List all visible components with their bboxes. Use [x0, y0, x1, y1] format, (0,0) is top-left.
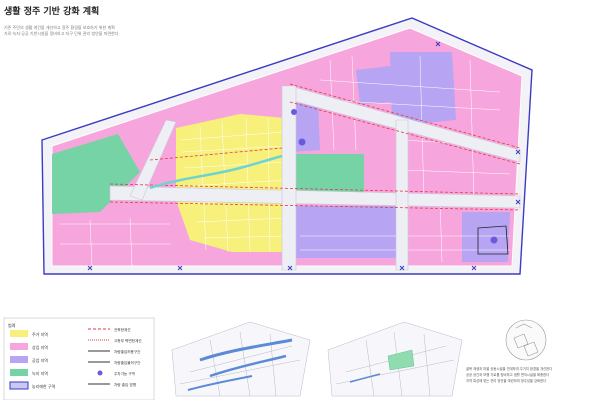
- diagram-1: [171, 321, 311, 397]
- caption-line-2: 공공 공간과 보행 가로를 정비하고 생활 편의시설을 확충한다: [466, 372, 549, 377]
- caption-line-1: 골목 재생과 마을 공동시설을 연계하여 주거지 환경을 개선한다: [466, 366, 552, 371]
- legend-label: 건축한계선: [114, 327, 131, 332]
- legend-label: 주차가능 구역: [114, 371, 135, 376]
- legend-swatch: [10, 369, 28, 376]
- legend-label: 주거 지역: [32, 331, 48, 337]
- caption-line-3: 지역 특성에 맞는 관리 방안을 마련하여 정주성을 강화한다: [466, 378, 546, 383]
- legend-swatch: [10, 330, 28, 337]
- legend-label: 차량출입허용구간: [114, 349, 141, 354]
- legend-label: 차량출입불허구간: [114, 360, 141, 365]
- header-line-2: 가로·녹지·공공 기반시설을 정비하고 지구 단위 관리 방안을 마련한다: [4, 30, 119, 36]
- legend-label: 녹지 지역: [32, 370, 48, 376]
- legend-label: 고층부 벽면한계선: [114, 338, 142, 343]
- district-map: [41, 17, 533, 275]
- legend-title: 범례: [8, 322, 16, 328]
- page-title: 생활 정주 기반 강화 계획: [4, 5, 99, 17]
- legend: 범례 주거 지역상업 지역공업 지역녹지 지역농리에한 구역: [3, 317, 155, 400]
- caption: 골목 재생과 마을 공동시설을 연계하여 주거지 환경을 개선한다 공공 공간과…: [466, 366, 552, 383]
- industrial-zone-east: [390, 52, 456, 126]
- legend-label: 농리에한 구역: [32, 383, 56, 389]
- legend-swatch: [9, 381, 29, 390]
- map-canvas: 생활 정주 기반 강화 계획 기존 주민의 생활 여건을 개선하고 정주 환경을…: [3, 5, 552, 400]
- diagram-3: [505, 319, 547, 361]
- diagram-2: [327, 321, 463, 397]
- legend-label: 차량 출입 방향: [114, 382, 137, 387]
- header-line-1: 기존 주민의 생활 여건을 개선하고 정주 환경을 보호하기 위한 계획: [4, 24, 115, 30]
- industrial-zone-southeast: [462, 212, 510, 262]
- legend-symbol: [97, 370, 103, 376]
- legend-label: 공업 지역: [32, 357, 48, 363]
- legend-swatch: [10, 343, 28, 350]
- legend-label: 상업 지역: [32, 344, 48, 350]
- road-east: [395, 119, 409, 271]
- header: 생활 정주 기반 강화 계획 기존 주민의 생활 여건을 개선하고 정주 환경을…: [4, 5, 119, 36]
- legend-swatch: [10, 356, 28, 363]
- industrial-zone-north: [356, 66, 394, 104]
